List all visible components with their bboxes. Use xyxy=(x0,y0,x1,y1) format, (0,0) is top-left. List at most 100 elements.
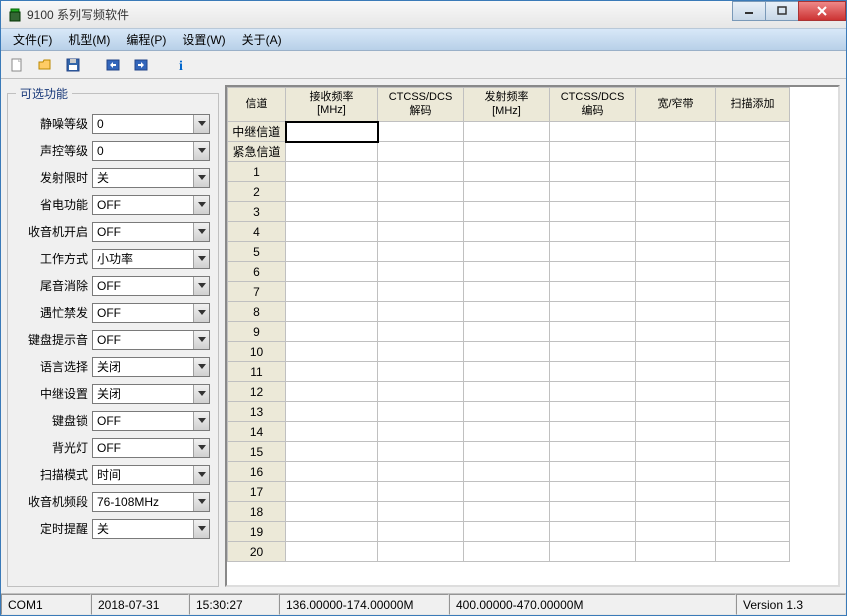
row-header[interactable]: 16 xyxy=(228,462,286,482)
grid-cell[interactable] xyxy=(286,362,378,382)
option-select[interactable]: 小功率 xyxy=(92,249,210,269)
row-header[interactable]: 1 xyxy=(228,162,286,182)
grid-cell[interactable] xyxy=(636,182,716,202)
menu-file[interactable]: 文件(F) xyxy=(5,29,60,50)
grid-cell[interactable] xyxy=(636,242,716,262)
grid-cell[interactable] xyxy=(716,382,790,402)
grid-cell[interactable] xyxy=(464,142,550,162)
grid-cell[interactable] xyxy=(378,122,464,142)
option-select[interactable]: 关闭 xyxy=(92,357,210,377)
option-select[interactable]: OFF xyxy=(92,195,210,215)
row-header[interactable]: 紧急信道 xyxy=(228,142,286,162)
grid-cell[interactable] xyxy=(716,162,790,182)
grid-cell[interactable] xyxy=(636,402,716,422)
row-header[interactable]: 14 xyxy=(228,422,286,442)
grid-cell[interactable] xyxy=(550,362,636,382)
row-header[interactable]: 2 xyxy=(228,182,286,202)
grid-cell[interactable] xyxy=(716,242,790,262)
grid-cell[interactable] xyxy=(286,442,378,462)
grid-cell[interactable] xyxy=(464,322,550,342)
row-header[interactable]: 8 xyxy=(228,302,286,322)
grid-cell[interactable] xyxy=(464,502,550,522)
option-select[interactable]: OFF xyxy=(92,411,210,431)
grid-cell[interactable] xyxy=(286,502,378,522)
row-header[interactable]: 13 xyxy=(228,402,286,422)
col-header[interactable]: 宽/窄带 xyxy=(636,88,716,122)
grid-cell[interactable] xyxy=(464,122,550,142)
grid-cell[interactable] xyxy=(378,282,464,302)
option-select[interactable]: OFF xyxy=(92,303,210,323)
grid-cell[interactable] xyxy=(550,382,636,402)
grid-cell[interactable] xyxy=(378,542,464,562)
grid-cell[interactable] xyxy=(286,262,378,282)
grid-cell[interactable] xyxy=(636,522,716,542)
row-header[interactable]: 3 xyxy=(228,202,286,222)
grid-cell[interactable] xyxy=(716,522,790,542)
grid-cell[interactable] xyxy=(378,182,464,202)
write-radio-button[interactable] xyxy=(129,54,153,76)
grid-cell[interactable] xyxy=(550,462,636,482)
grid-cell[interactable] xyxy=(464,222,550,242)
read-radio-button[interactable] xyxy=(101,54,125,76)
row-header[interactable]: 7 xyxy=(228,282,286,302)
option-select[interactable]: 关闭 xyxy=(92,384,210,404)
grid-cell[interactable] xyxy=(550,442,636,462)
option-select[interactable]: 76-108MHz xyxy=(92,492,210,512)
grid-cell[interactable] xyxy=(716,262,790,282)
grid-cell[interactable] xyxy=(286,402,378,422)
grid-cell[interactable] xyxy=(464,282,550,302)
grid-cell[interactable] xyxy=(550,542,636,562)
grid-cell[interactable] xyxy=(378,462,464,482)
grid-cell[interactable] xyxy=(378,202,464,222)
row-header[interactable]: 4 xyxy=(228,222,286,242)
option-select[interactable]: OFF xyxy=(92,438,210,458)
grid-cell[interactable] xyxy=(636,382,716,402)
grid-cell[interactable] xyxy=(286,302,378,322)
grid-cell[interactable] xyxy=(464,482,550,502)
option-select[interactable]: 关 xyxy=(92,519,210,539)
grid-cell[interactable] xyxy=(716,302,790,322)
grid-cell[interactable] xyxy=(636,122,716,142)
grid-cell[interactable] xyxy=(550,282,636,302)
grid-cell[interactable] xyxy=(378,442,464,462)
grid-cell[interactable] xyxy=(378,502,464,522)
grid-cell[interactable] xyxy=(464,362,550,382)
grid-cell[interactable] xyxy=(286,382,378,402)
grid-cell[interactable] xyxy=(550,322,636,342)
menu-model[interactable]: 机型(M) xyxy=(60,29,118,50)
menu-about[interactable]: 关于(A) xyxy=(234,29,290,50)
grid-cell[interactable] xyxy=(286,222,378,242)
grid-cell[interactable] xyxy=(286,482,378,502)
close-button[interactable] xyxy=(798,1,846,21)
grid-cell[interactable] xyxy=(378,302,464,322)
minimize-button[interactable] xyxy=(732,1,766,21)
grid-cell[interactable] xyxy=(286,182,378,202)
grid-cell[interactable] xyxy=(286,422,378,442)
grid-cell[interactable] xyxy=(286,542,378,562)
grid-cell[interactable] xyxy=(550,202,636,222)
grid-cell[interactable] xyxy=(636,422,716,442)
col-header[interactable]: 接收频率[MHz] xyxy=(286,88,378,122)
grid-cell[interactable] xyxy=(464,422,550,442)
row-header[interactable]: 18 xyxy=(228,502,286,522)
grid-cell[interactable] xyxy=(636,502,716,522)
grid-cell[interactable] xyxy=(286,122,378,142)
option-select[interactable]: OFF xyxy=(92,276,210,296)
grid-cell[interactable] xyxy=(286,522,378,542)
grid-cell[interactable] xyxy=(636,462,716,482)
grid-cell[interactable] xyxy=(716,202,790,222)
menu-settings[interactable]: 设置(W) xyxy=(174,29,233,50)
grid-cell[interactable] xyxy=(550,242,636,262)
grid-cell[interactable] xyxy=(716,502,790,522)
option-select[interactable]: 0 xyxy=(92,141,210,161)
grid-cell[interactable] xyxy=(464,402,550,422)
grid-cell[interactable] xyxy=(550,222,636,242)
grid-cell[interactable] xyxy=(286,142,378,162)
grid-cell[interactable] xyxy=(464,542,550,562)
grid-cell[interactable] xyxy=(716,142,790,162)
grid-cell[interactable] xyxy=(464,442,550,462)
save-button[interactable] xyxy=(61,54,85,76)
row-header[interactable]: 中继信道 xyxy=(228,122,286,142)
grid-cell[interactable] xyxy=(286,322,378,342)
grid-cell[interactable] xyxy=(378,482,464,502)
